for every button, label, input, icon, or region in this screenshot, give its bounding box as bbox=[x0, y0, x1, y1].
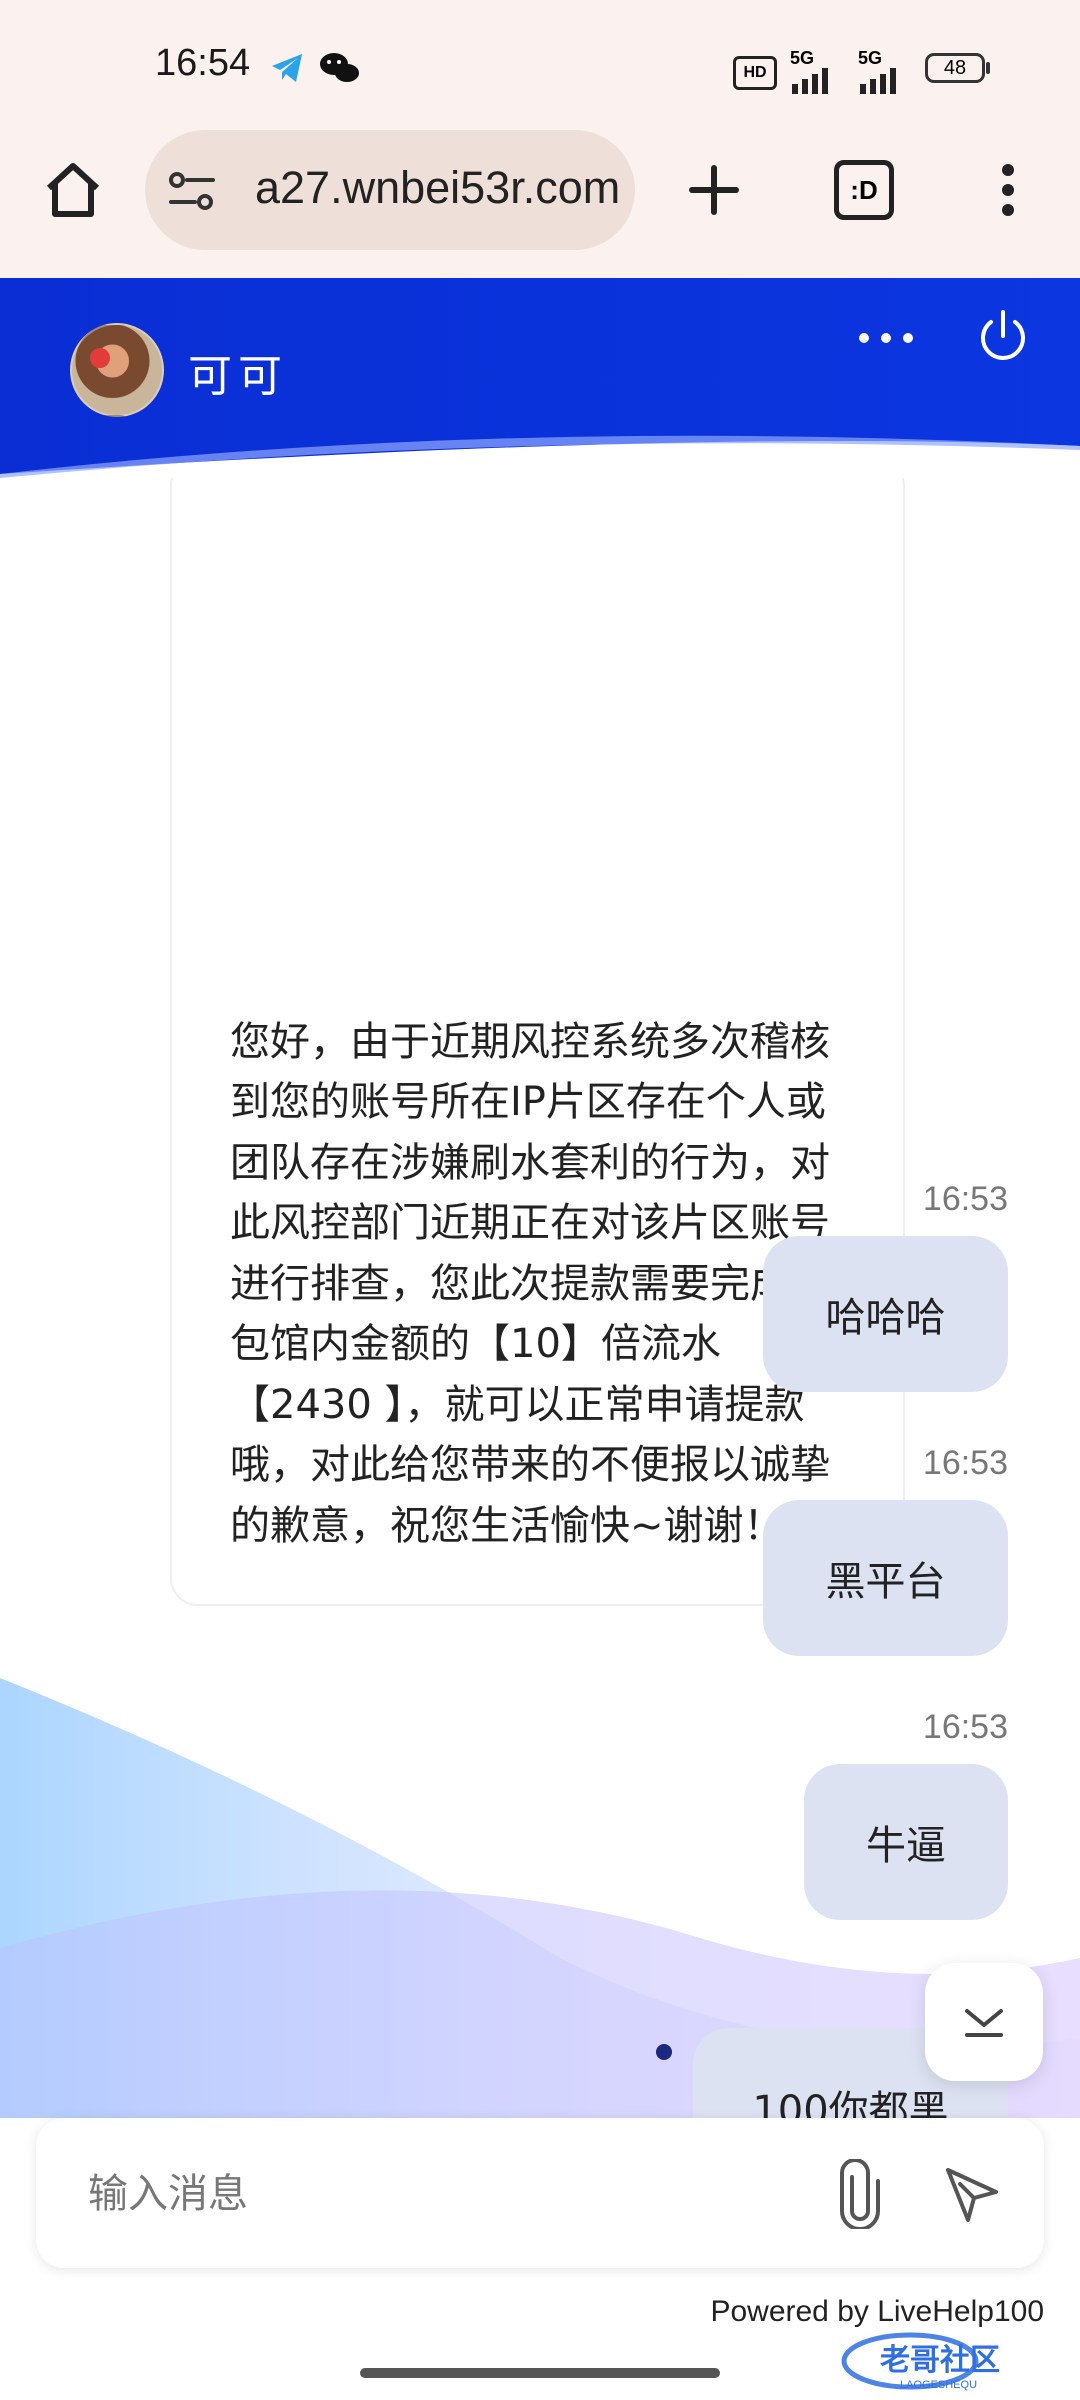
browser-menu-button[interactable] bbox=[970, 152, 1046, 228]
message-timestamp: 16:53 bbox=[922, 1444, 1008, 1482]
send-button[interactable] bbox=[928, 2150, 1016, 2238]
battery-tip bbox=[986, 62, 990, 74]
incoming-message-text: 您好，由于近期风控系统多次稽核到您的账号所在IP片区存在个人或团队存在涉嫌刷水套… bbox=[230, 1018, 830, 1549]
site-settings-icon[interactable] bbox=[167, 168, 219, 214]
home-button[interactable] bbox=[35, 152, 111, 228]
scroll-down-icon bbox=[965, 2009, 1003, 2037]
url-text: a27.wnbei53r.com bbox=[255, 162, 621, 213]
power-icon[interactable] bbox=[975, 308, 1031, 364]
agent-name: 可可 bbox=[188, 351, 288, 402]
outgoing-message-bubble: 牛逼 bbox=[804, 1764, 1008, 1920]
network-label-1: 5G bbox=[790, 48, 815, 68]
scroll-to-bottom-button[interactable] bbox=[925, 1963, 1043, 2081]
message-timestamp: 16:53 bbox=[922, 1708, 1008, 1746]
tab-switcher-button[interactable]: :D bbox=[826, 152, 902, 228]
battery-icon: 48 bbox=[925, 53, 985, 83]
message-input[interactable] bbox=[86, 2158, 790, 2230]
telegram-icon bbox=[272, 54, 302, 82]
tab-count: :D bbox=[834, 160, 894, 220]
address-bar[interactable]: a27.wnbei53r.com bbox=[145, 130, 635, 250]
svg-text:LAOGESHEQU: LAOGESHEQU bbox=[900, 2379, 977, 2391]
battery-level: 48 bbox=[943, 56, 967, 79]
more-horizontal-icon[interactable] bbox=[858, 330, 914, 346]
chat-header: 可可 bbox=[0, 278, 1080, 478]
message-timestamp: 16:53 bbox=[922, 1180, 1008, 1218]
outgoing-message-bubble: 哈哈哈 bbox=[763, 1236, 1008, 1392]
outgoing-message-bubble: 黑平台 bbox=[763, 1500, 1008, 1656]
avatar-flower bbox=[90, 348, 110, 368]
send-icon bbox=[946, 2168, 998, 2222]
more-vertical-icon bbox=[1002, 164, 1014, 216]
svg-text:老哥社区: 老哥社区 bbox=[880, 2343, 1000, 2378]
status-time: 16:54 bbox=[155, 42, 251, 84]
chat-messages[interactable]: 您好，由于近期风控系统多次稽核到您的账号所在IP片区存在个人或团队存在涉嫌刷水套… bbox=[0, 478, 1080, 2118]
agent-avatar bbox=[70, 323, 164, 417]
incoming-message-bubble: 您好，由于近期风控系统多次稽核到您的账号所在IP片区存在个人或团队存在涉嫌刷水套… bbox=[170, 478, 905, 1606]
paperclip-icon bbox=[840, 2159, 880, 2229]
unread-indicator bbox=[656, 2044, 672, 2060]
network-label-2: 5G bbox=[858, 48, 883, 68]
powered-by-label: Powered by LiveHelp100 bbox=[710, 2295, 1044, 2328]
browser-toolbar: a27.wnbei53r.com :D bbox=[0, 130, 1080, 280]
watermark-logo: 老哥社区 LAOGESHEQU bbox=[841, 2332, 1000, 2391]
wechat-icon bbox=[320, 53, 359, 82]
new-tab-button[interactable] bbox=[676, 152, 752, 228]
gesture-bar[interactable] bbox=[360, 2368, 720, 2378]
home-icon bbox=[46, 163, 100, 217]
hd-voice-icon: HD bbox=[733, 56, 777, 90]
plus-icon bbox=[689, 165, 739, 215]
message-composer bbox=[36, 2118, 1044, 2268]
attach-button[interactable] bbox=[816, 2150, 904, 2238]
status-bar: 16:54 HD 5G 5G 48 bbox=[0, 0, 1080, 130]
